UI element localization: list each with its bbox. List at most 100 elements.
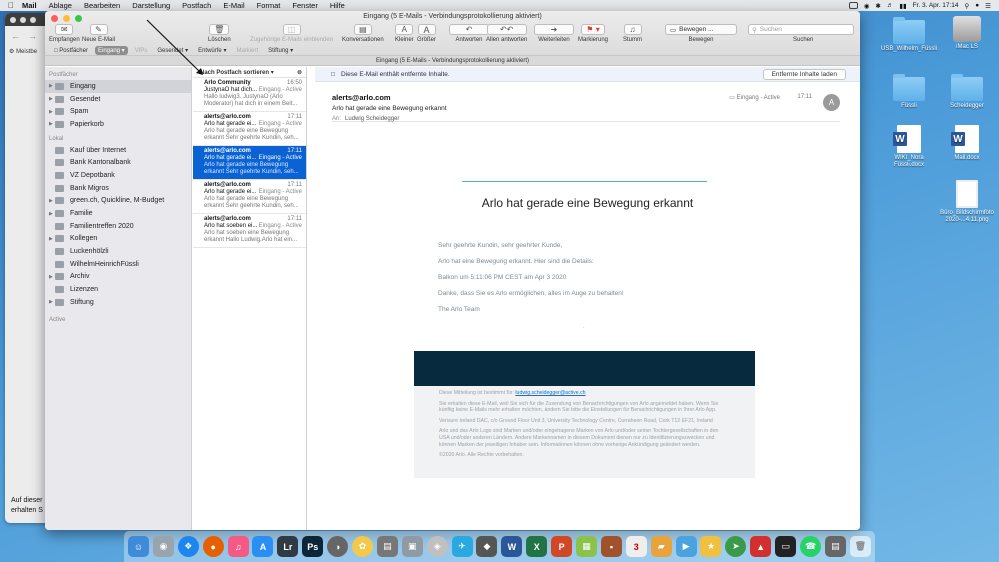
show-related-button[interactable]: ◫ Zugehörige E-Mails einblenden [250,24,333,43]
flag-button[interactable]: ⚑ ▾ Markierung [578,24,608,43]
sidebar-item-local[interactable]: Familientreffen 2020 [45,220,191,233]
sidebar-item-local[interactable]: Luckenhölzli [45,245,191,258]
sidebar-item-papierkorb[interactable]: ▶ Papierkorb [45,118,191,131]
bigger-font-button[interactable]: A Größer [417,24,436,43]
app-icon[interactable]: ★ [700,536,722,557]
menu-fenster[interactable]: Fenster [292,1,317,10]
notification-center-icon[interactable]: ☰ [985,2,991,10]
menu-format[interactable]: Format [257,1,281,10]
sidebar-item-local[interactable]: ▶ Archiv [45,271,191,284]
sidebar-section-postfaecher[interactable]: Postfächer [45,67,191,80]
move-dropdown[interactable]: ▭ Bewegen ... [665,24,737,35]
receive-button[interactable]: ✉ Empfangen [49,24,80,43]
app-icon[interactable]: ◆ [476,536,498,557]
message-row[interactable]: alerts@arlo.com 17:11 Arlo hat soeben ei.… [193,214,306,248]
app-store-icon[interactable]: A [252,536,274,557]
move-control[interactable]: ▭ Bewegen ... Bewegen [665,24,737,43]
app-icon[interactable]: ▤ [376,536,398,557]
menu-bearbeiten[interactable]: Bearbeiten [84,1,120,10]
sidebar-item-local[interactable]: ▶ Familie [45,207,191,220]
delete-button[interactable]: 🗑 Löschen [208,24,231,43]
message-row[interactable]: alerts@arlo.com 17:11 Arlo hat gerade ei.… [193,112,306,146]
fav-entwuerfe[interactable]: Entwürfe ▾ [195,46,229,55]
firefox-icon[interactable]: ● [202,536,224,557]
menu-postfach[interactable]: Postfach [182,1,211,10]
sidebar-section-lokal[interactable]: Lokal [45,131,191,144]
sidebar-item-local[interactable]: Kauf über Internet [45,144,191,157]
menu-ablage[interactable]: Ablage [49,1,72,10]
sidebar-item-eingang[interactable]: ▶ Eingang [45,80,191,93]
message-row[interactable]: alerts@arlo.com 17:11 Arlo hat gerade ei.… [193,180,306,214]
word-icon[interactable]: W [501,536,523,557]
clock[interactable]: Fr. 3. Apr. 17:14 [913,2,959,9]
new-mail-button[interactable]: ✎ Neue E-Mail [82,24,115,43]
wifi-icon[interactable]: ◉ [864,2,870,10]
app-icon[interactable]: ▤ [824,536,846,557]
battery-icon[interactable]: ▮▮ [899,2,906,10]
sidebar-section-active[interactable]: Active [45,309,191,325]
desktop-item-usb[interactable]: USB_Wilhelm_Füssli [881,17,937,53]
app-icon[interactable]: ▪ [600,536,622,557]
back-arrow-icon[interactable]: ← [11,31,20,41]
mail-dock-icon[interactable]: ✈ [451,536,473,557]
sidebar-item-local[interactable]: Bank Migros [45,182,191,195]
forward-button[interactable]: ➜ Weiterleiten [534,24,574,43]
sidebar-item-local[interactable]: ▶ Kollegen [45,233,191,246]
background-tab[interactable]: ⚙ Meistbe [5,46,50,57]
bluetooth-icon[interactable]: ✱ [875,2,880,10]
fav-markiert[interactable]: Markiert [233,47,261,55]
sort-control[interactable]: Nach Postfach sortieren ▾ ⊜ [193,67,306,78]
app-icon[interactable]: ◈ [426,536,448,557]
sidebar-item-local[interactable]: ▶ green.ch, Quickline, M-Budget [45,195,191,208]
siri-icon[interactable]: ● [975,2,979,9]
sidebar-item-local[interactable]: VZ Depotbank [45,169,191,182]
sender[interactable]: alerts@arlo.com [332,93,391,102]
excel-icon[interactable]: X [526,536,548,557]
apple-menu-icon[interactable]:  [0,1,22,10]
fav-stiftung[interactable]: Stiftung ▾ [265,46,296,55]
desktop-item-imac[interactable]: iMac LS [946,16,988,51]
sidebar-item-gesendet[interactable]: ▶ Gesendet [45,93,191,106]
photoshop-icon[interactable]: Ps [302,536,324,557]
menu-darstellung[interactable]: Darstellung [132,1,170,10]
display-icon[interactable] [848,2,858,9]
desktop-item-wiki-docx[interactable]: W WIKI_Nora Füssli.docx [888,125,930,169]
app-icon[interactable]: ▣ [401,536,423,557]
calendar-icon[interactable]: 3 [625,536,647,557]
trash-dock-icon[interactable]: 🗑 [849,536,871,557]
photos-icon[interactable]: ✿ [352,536,374,557]
sidebar-item-local[interactable]: Lizenzen [45,283,191,296]
message-row-selected[interactable]: alerts@arlo.com 17:11 Arlo hat gerade ei.… [193,146,306,180]
menu-app-name[interactable]: Mail [22,1,37,10]
app-icon[interactable]: ◑ [327,536,349,557]
app-icon[interactable]: ➤ [725,536,747,557]
spotlight-icon[interactable]: ⚲ [964,2,969,10]
desktop-item-scheidegger[interactable]: Scheidegger [946,74,988,110]
whatsapp-icon[interactable]: ☎ [800,536,822,557]
lightroom-icon[interactable]: Lr [277,536,299,557]
conversations-button[interactable]: ▤ Konversationen [342,24,384,43]
app-icon[interactable]: ▰ [650,536,672,557]
music-icon[interactable]: ♫ [227,536,249,557]
menu-email[interactable]: E-Mail [223,1,244,10]
volume-icon[interactable]: ♬ [887,2,894,9]
message-row[interactable]: Arlo Community 16:50 JustynaO hat dich...… [193,78,306,112]
app-icon[interactable]: ▶ [675,536,697,557]
footer-email-link[interactable]: ludwig.scheidegger@active.ch [515,390,585,396]
sidebar-item-local[interactable]: ▶ Stiftung [45,296,191,309]
fav-postfaecher[interactable]: □ Postfächer [51,47,91,55]
acrobat-icon[interactable]: ▲ [750,536,772,557]
reply-all-button[interactable]: ↶↶ Allen antworten [486,24,527,43]
filter-icon[interactable]: ⊜ [297,69,302,76]
sidebar-item-local[interactable]: WilhelmHeinrichFüssli [45,258,191,271]
finder-icon[interactable]: ☺ [128,536,149,557]
reply-button[interactable]: ↶ Antworten [449,24,489,43]
safari-icon[interactable]: ❖ [177,536,199,557]
fav-gesendet[interactable]: Gesendet ▾ [154,46,191,55]
desktop-item-mail-docx[interactable]: W Mail.docx [946,125,988,162]
desktop-item-screenshot-png[interactable]: Büro_Bildschirmfoto 2020-...4.11.png [940,180,994,224]
load-remote-content-button[interactable]: Entfernte Inhalte laden [762,68,846,80]
powerpoint-icon[interactable]: P [551,536,573,557]
menu-hilfe[interactable]: Hilfe [330,1,345,10]
smaller-font-button[interactable]: A Kleiner [395,24,414,43]
